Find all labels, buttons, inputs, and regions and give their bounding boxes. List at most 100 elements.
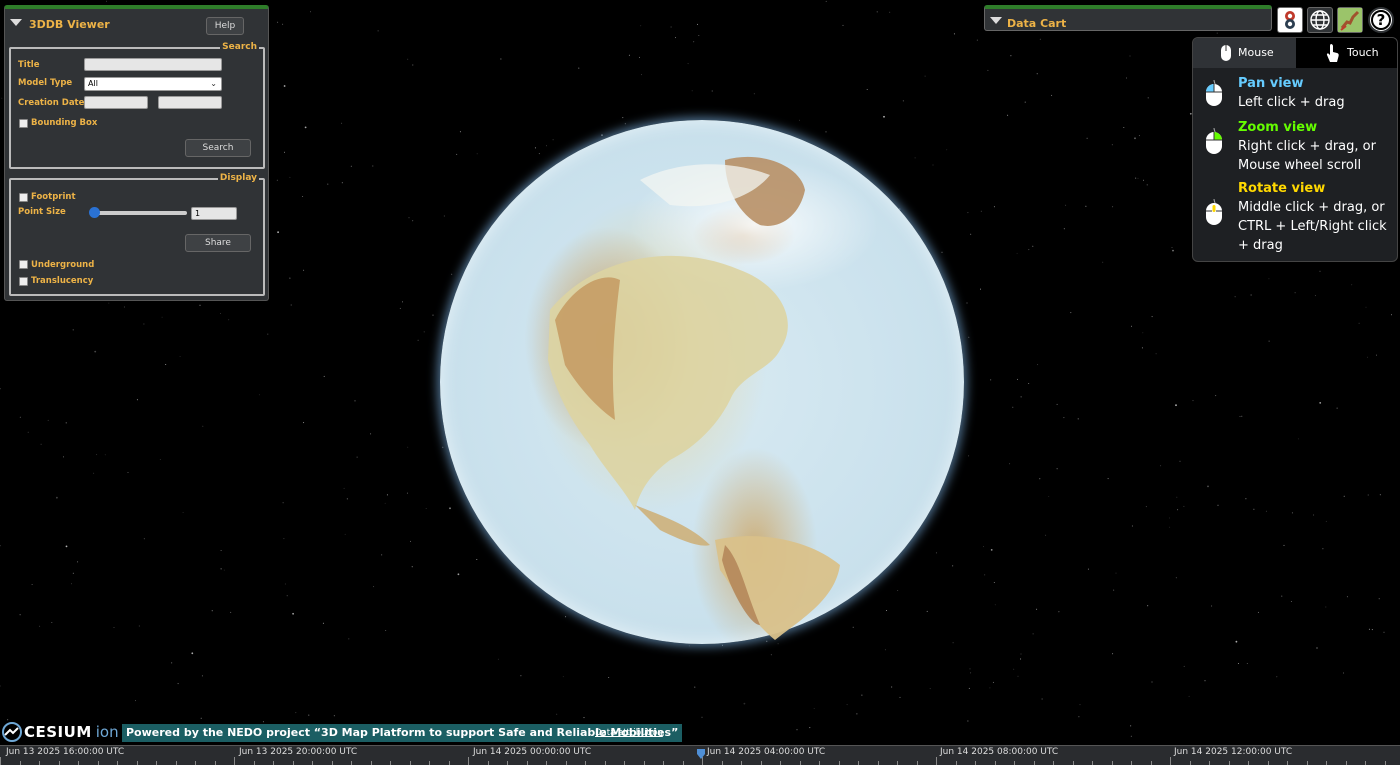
star xyxy=(370,433,372,435)
star xyxy=(1063,417,1065,419)
japan-map-icon[interactable] xyxy=(1337,7,1363,33)
timeline-label: Jun 14 2025 00:00:00 UTC xyxy=(473,747,592,757)
timeline-tick xyxy=(566,761,567,765)
star xyxy=(1039,478,1041,480)
point-size-slider[interactable] xyxy=(91,211,187,215)
search-button[interactable]: Search xyxy=(185,139,251,157)
star xyxy=(348,638,350,640)
timeline-tick xyxy=(332,761,333,765)
translucency-label: Translucency xyxy=(31,276,94,286)
display-legend: Display xyxy=(217,173,259,183)
star xyxy=(698,35,700,36)
star xyxy=(220,313,221,314)
star xyxy=(639,56,640,58)
timeline-tick xyxy=(410,761,411,765)
star xyxy=(108,302,110,304)
timeline-tick xyxy=(1365,761,1366,765)
star xyxy=(199,304,201,306)
timeline-label: Jun 13 2025 16:00:00 UTC xyxy=(6,747,125,757)
translucency-checkbox[interactable] xyxy=(19,277,28,286)
star xyxy=(72,572,74,574)
star xyxy=(1009,463,1011,465)
creation-date-from-input[interactable] xyxy=(84,96,148,109)
star xyxy=(520,675,522,677)
navigation-help-panel: Mouse Touch Pan view Left click + drag Z… xyxy=(1192,37,1398,262)
star xyxy=(290,304,292,306)
footprint-checkbox[interactable] xyxy=(19,193,28,202)
creation-date-to-input[interactable] xyxy=(158,96,222,109)
star xyxy=(924,75,926,77)
star xyxy=(399,307,401,309)
star xyxy=(1045,534,1047,536)
timeline-tick xyxy=(156,761,157,765)
star xyxy=(407,58,409,60)
cesium-ion-logo[interactable]: CESIUM ion xyxy=(2,722,119,742)
star xyxy=(343,487,345,489)
star xyxy=(968,687,970,689)
star xyxy=(813,708,815,709)
star xyxy=(0,545,1,547)
star xyxy=(1130,735,1132,737)
star xyxy=(883,115,885,118)
panel-header[interactable]: 3DDB Viewer Help xyxy=(5,9,268,39)
collapse-triangle-icon[interactable] xyxy=(10,19,22,26)
star xyxy=(71,583,72,585)
underground-checkbox[interactable] xyxy=(19,260,28,269)
timeline-tick xyxy=(644,761,645,765)
star xyxy=(969,668,971,670)
star xyxy=(899,696,901,698)
star xyxy=(1037,364,1039,366)
data-cart-panel[interactable]: Data Cart xyxy=(984,5,1272,31)
creation-date-label: Creation Date xyxy=(18,98,85,108)
star xyxy=(825,0,827,2)
star xyxy=(1032,245,1034,247)
data-attribution-link[interactable]: Data attribution xyxy=(595,728,663,738)
star xyxy=(165,364,167,365)
point-size-slider-handle[interactable] xyxy=(89,207,100,218)
timeline-tick xyxy=(1053,761,1054,765)
star xyxy=(143,323,145,325)
star xyxy=(182,512,184,513)
tab-mouse[interactable]: Mouse xyxy=(1193,38,1296,68)
bounding-box-checkbox[interactable] xyxy=(19,119,28,128)
timeline-tick xyxy=(605,761,606,765)
timeline-tick xyxy=(78,761,79,765)
tab-touch-label: Touch xyxy=(1347,46,1379,59)
globe-icon[interactable] xyxy=(1307,7,1333,33)
help-icon[interactable]: ? xyxy=(1368,7,1394,33)
star xyxy=(310,11,311,13)
timeline-tick xyxy=(1268,761,1269,765)
collapse-triangle-icon[interactable] xyxy=(990,17,1002,24)
help-button[interactable]: Help xyxy=(206,17,244,35)
star xyxy=(693,41,695,43)
star xyxy=(701,716,703,718)
title-input[interactable] xyxy=(84,58,222,71)
share-button[interactable]: Share xyxy=(185,234,251,252)
bounding-box-label: Bounding Box xyxy=(31,118,98,128)
star xyxy=(1058,611,1060,613)
star xyxy=(1216,32,1218,34)
star xyxy=(1041,698,1043,700)
model-type-select[interactable]: All ⌄ xyxy=(84,77,222,91)
star xyxy=(304,126,307,129)
tab-touch[interactable]: Touch xyxy=(1296,38,1397,68)
star xyxy=(1245,498,1247,500)
timeline[interactable]: Jun 13 2025 16:00:00 UTC Jun 13 2025 20:… xyxy=(0,745,1400,765)
timeline-tick xyxy=(819,761,820,765)
star xyxy=(94,350,97,353)
timeline-tick xyxy=(975,761,976,765)
star xyxy=(1129,55,1131,57)
rotate-view-text: Middle click + drag, or CTRL + Left/Righ… xyxy=(1238,200,1387,253)
globe[interactable] xyxy=(440,120,964,644)
plateau-logo-icon[interactable] xyxy=(1277,7,1303,33)
timeline-tick xyxy=(1287,761,1288,765)
timeline-needle-icon[interactable] xyxy=(697,749,705,759)
star xyxy=(1007,114,1009,116)
star xyxy=(1325,606,1327,608)
star xyxy=(1087,568,1089,570)
timeline-tick xyxy=(683,761,684,765)
point-size-input[interactable]: 1 xyxy=(191,207,237,220)
star xyxy=(284,583,286,585)
star xyxy=(295,712,297,714)
star xyxy=(622,117,624,119)
